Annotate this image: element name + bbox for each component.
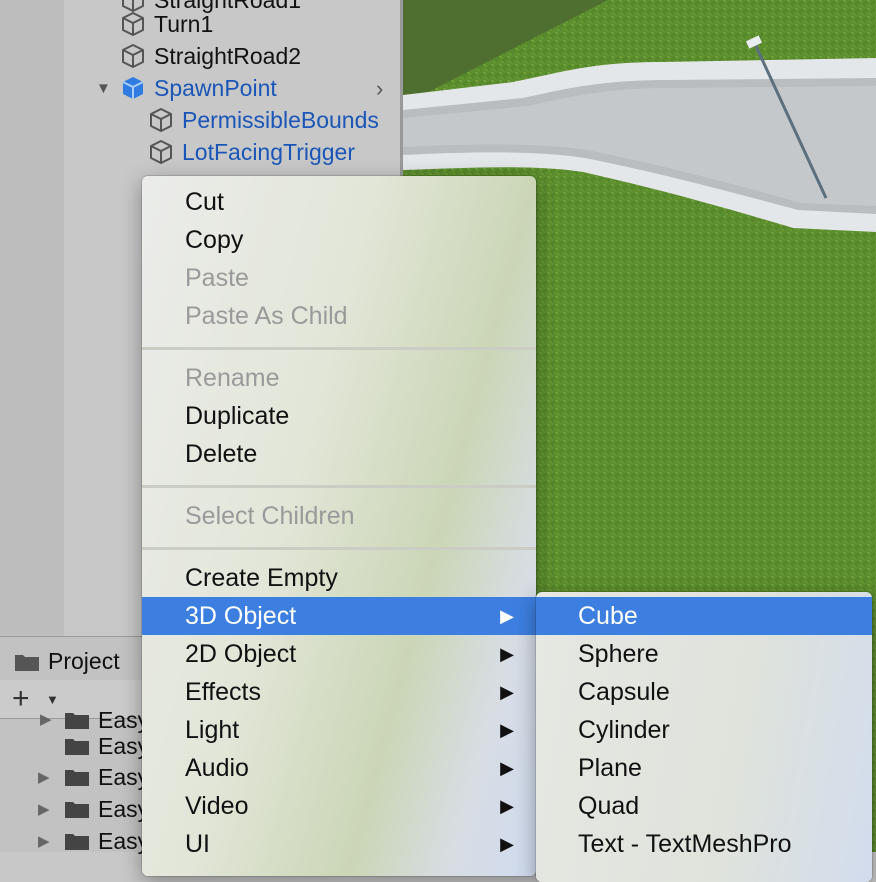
menu-item-2d-object[interactable]: 2D Object ▶ — [142, 635, 536, 673]
folder-row[interactable]: Easy — [64, 825, 149, 857]
hierarchy-item-label: LotFacingTrigger — [182, 138, 356, 165]
submenu-item-sphere[interactable]: Sphere — [536, 635, 872, 673]
triangle-right-icon: ▶ — [500, 605, 514, 626]
folder-row[interactable]: Easy — [64, 730, 149, 762]
folder-icon — [65, 713, 89, 729]
hierarchy-item-spawnpoint[interactable]: SpawnPoint — [120, 72, 277, 104]
submenu-item-cube[interactable]: Cube — [536, 597, 872, 635]
hierarchy-item-label: Turn1 — [154, 10, 214, 37]
cube-filled-blue-icon — [122, 77, 144, 99]
triangle-right-icon[interactable]: ▶ — [40, 710, 52, 728]
submenu-item-plane[interactable]: Plane — [536, 749, 872, 787]
submenu-item-cylinder[interactable]: Cylinder — [536, 711, 872, 749]
triangle-right-icon: ▶ — [500, 795, 514, 816]
triangle-right-icon: ▶ — [500, 757, 514, 778]
folder-row[interactable]: Easy — [64, 761, 149, 793]
menu-item-select-children: Select Children — [185, 501, 355, 530]
menu-item-delete[interactable]: Delete — [142, 435, 536, 473]
triangle-right-icon[interactable]: ▶ — [38, 800, 50, 818]
cube-outline-icon — [122, 44, 144, 68]
menu-item-effects[interactable]: Effects ▶ — [142, 673, 536, 711]
menu-item-copy[interactable]: Copy — [142, 221, 536, 259]
submenu-item-quad[interactable]: Quad — [536, 787, 872, 825]
menu-separator — [142, 485, 536, 488]
folder-icon — [65, 834, 89, 850]
triangle-right-icon: ▶ — [500, 719, 514, 740]
triangle-right-icon[interactable]: ▶ — [38, 768, 50, 786]
hierarchy-gutter — [0, 0, 64, 636]
menu-item-cut[interactable]: Cut — [142, 183, 536, 221]
folder-icon — [15, 654, 39, 671]
cube-outline-icon — [122, 12, 144, 36]
menu-item-duplicate[interactable]: Duplicate — [142, 397, 536, 435]
chevron-down-icon[interactable]: ▼ — [46, 692, 59, 707]
hierarchy-item-permissiblebounds[interactable]: PermissibleBounds — [148, 104, 379, 136]
menu-item-3d-object[interactable]: 3D Object ▶ — [142, 597, 536, 635]
triangle-right-icon: ▶ — [500, 681, 514, 702]
folder-icon — [65, 770, 89, 786]
menu-separator — [142, 547, 536, 550]
submenu-3d-object: Cube Sphere Capsule Cylinder Plane Quad … — [536, 592, 872, 882]
cube-outline-icon — [150, 108, 172, 132]
submenu-item-capsule[interactable]: Capsule — [536, 673, 872, 711]
tab-project[interactable]: Project — [14, 648, 120, 675]
menu-item-ui[interactable]: UI ▶ — [142, 825, 536, 863]
hierarchy-item-label: PermissibleBounds — [182, 106, 379, 133]
folder-icon — [65, 739, 89, 755]
hierarchy-item-label: SpawnPoint — [154, 74, 277, 101]
hierarchy-item-label: StraightRoad2 — [154, 42, 302, 69]
triangle-right-icon: ▶ — [500, 833, 514, 854]
submenu-item-text-textmeshpro[interactable]: Text - TextMeshPro — [536, 825, 872, 863]
menu-item-light[interactable]: Light ▶ — [142, 711, 536, 749]
hierarchy-item-turn1[interactable]: Turn1 — [120, 8, 213, 40]
menu-item-rename: Rename — [185, 363, 280, 392]
hierarchy-item-straightroad2[interactable]: StraightRoad2 — [120, 40, 301, 72]
triangle-right-icon: ▶ — [500, 643, 514, 664]
menu-item-paste: Paste — [185, 263, 249, 292]
menu-item-audio[interactable]: Audio ▶ — [142, 749, 536, 787]
menu-separator — [142, 347, 536, 350]
triangle-right-icon[interactable]: ▶ — [38, 832, 50, 850]
menu-item-video[interactable]: Video ▶ — [142, 787, 536, 825]
prefab-open-arrow[interactable]: › — [376, 76, 383, 102]
cube-outline-icon — [150, 140, 172, 164]
add-button[interactable]: + — [12, 682, 30, 716]
folder-icon — [65, 802, 89, 818]
menu-item-paste-as-child: Paste As Child — [185, 301, 348, 330]
context-menu: Cut Copy Paste Paste As Child Rename Dup… — [142, 176, 536, 876]
foldout-arrow-expanded[interactable]: ▼ — [96, 80, 111, 97]
tab-label: Project — [48, 648, 120, 674]
hierarchy-item-lotfacingtrigger[interactable]: LotFacingTrigger — [148, 136, 355, 168]
menu-item-create-empty[interactable]: Create Empty — [142, 559, 536, 597]
folder-row[interactable]: Easy — [64, 793, 149, 825]
